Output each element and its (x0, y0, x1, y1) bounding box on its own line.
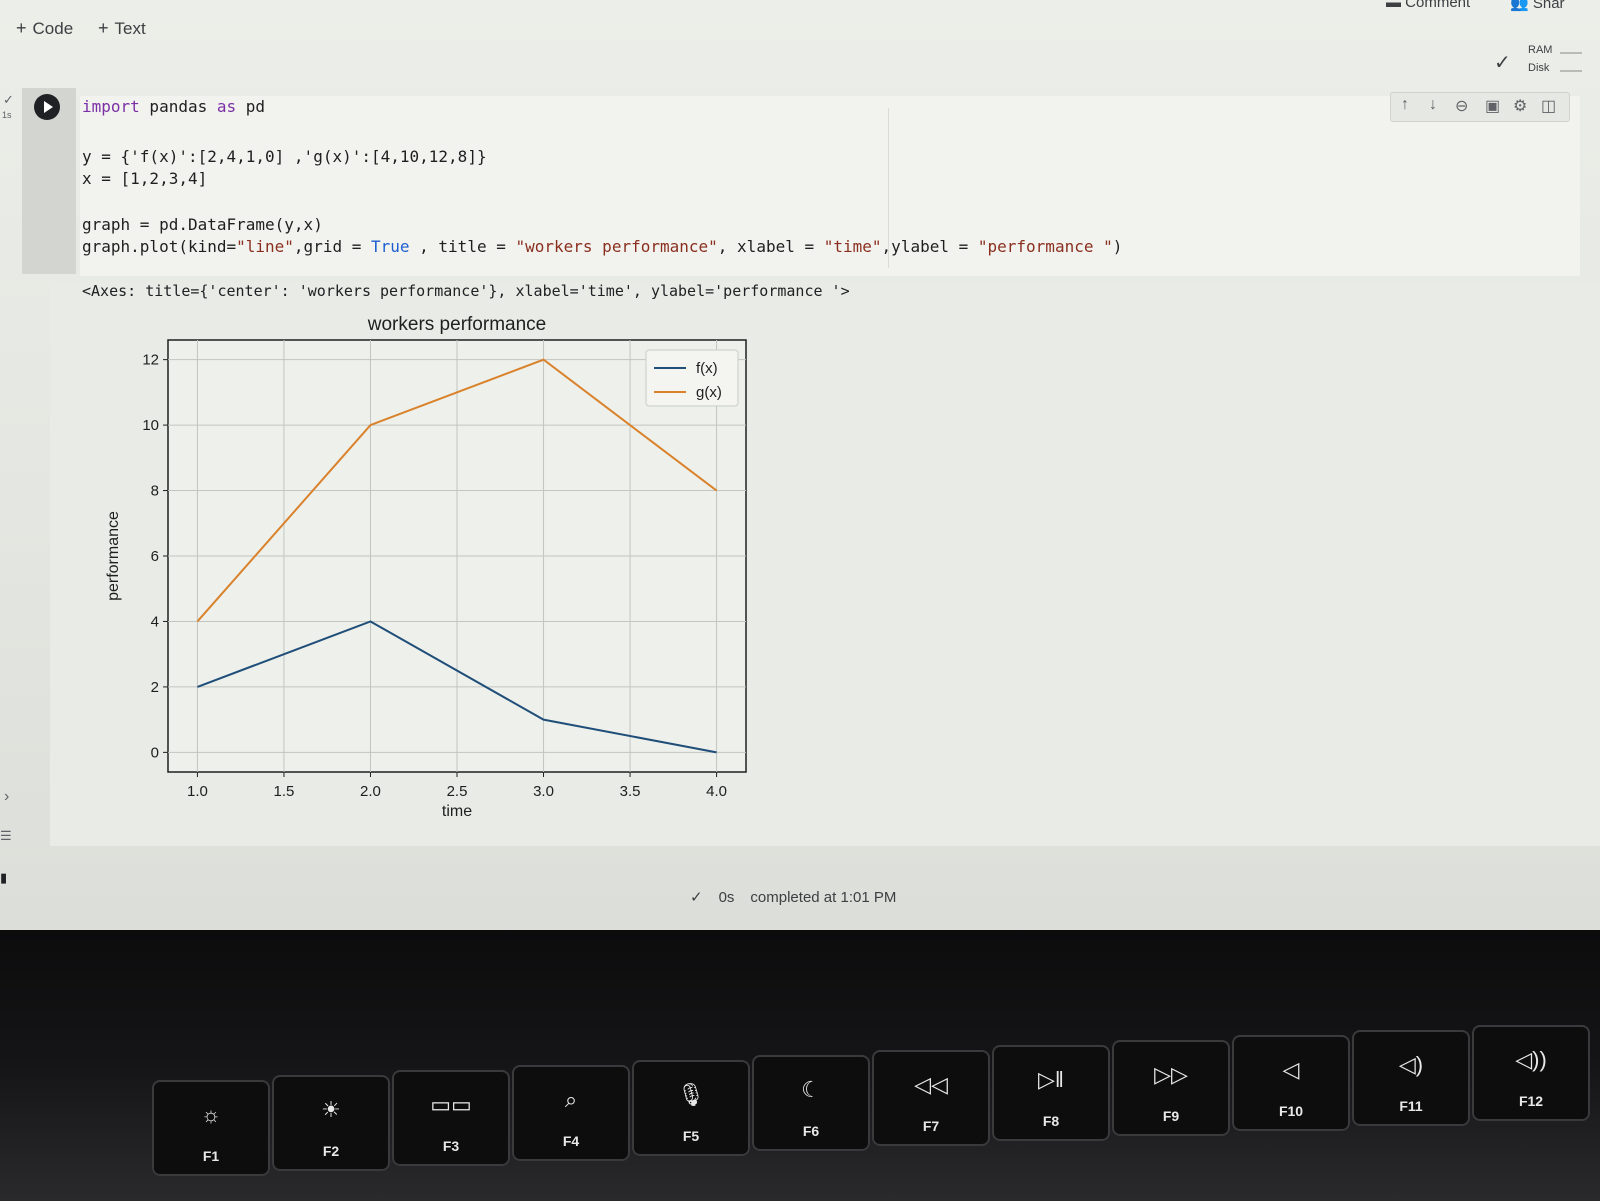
key-f4[interactable]: ⌕ F4 (512, 1065, 630, 1161)
line-chart: 1.0 1.5 2.0 2.5 3.0 3.5 4.0 0 2 4 6 8 10 12 workers pe… (105, 314, 747, 820)
y-axis-label: performance (105, 511, 122, 601)
key-label: F10 (1278, 1103, 1304, 1119)
y-tick-label: 6 (151, 548, 159, 565)
status-bar: ✓ 0s completed at 1:01 PM (690, 888, 912, 906)
key-f9-icon: ▷▷ (1154, 1062, 1188, 1087)
key-f7[interactable]: ◁◁ F7 (872, 1050, 990, 1146)
y-tick-label: 12 (142, 352, 159, 369)
key-label: F4 (562, 1133, 580, 1149)
legend-label: f(x) (696, 360, 718, 377)
key-f6[interactable]: ☾ F6 (752, 1055, 870, 1151)
x-tick-label: 1.0 (187, 783, 208, 800)
key-f11[interactable]: ◁) F11 (1352, 1030, 1470, 1126)
key-f1-icon: ☼ (200, 1102, 222, 1127)
y-tick-label: 2 (151, 679, 159, 696)
key-f10-icon: ◁ (1282, 1057, 1300, 1082)
chart-title: workers performance (367, 314, 546, 335)
key-label: F9 (1162, 1108, 1180, 1124)
key-f9[interactable]: ▷▷ F9 (1112, 1040, 1230, 1136)
chart-area: 1.0 1.5 2.0 2.5 3.0 3.5 4.0 0 2 4 6 8 10 12 workers pe… (0, 0, 1600, 930)
key-f12[interactable]: ◁)) F12 (1472, 1025, 1590, 1121)
key-label: F2 (322, 1143, 340, 1159)
key-label: F12 (1518, 1093, 1544, 1109)
key-f3[interactable]: ▭▭ F3 (392, 1070, 510, 1166)
key-label: F8 (1042, 1113, 1060, 1129)
key-label: F1 (202, 1148, 220, 1164)
key-f2[interactable]: ☀ F2 (272, 1075, 390, 1171)
key-label: F7 (922, 1118, 940, 1134)
x-tick-label: 3.0 (533, 783, 554, 800)
key-label: F11 (1399, 1098, 1423, 1114)
x-axis-label: time (442, 803, 472, 820)
key-f12-icon: ◁)) (1515, 1047, 1547, 1072)
key-f5[interactable]: 🎙 F5 (632, 1060, 750, 1156)
notebook-screen: + Code + Text ▬ Comment 👥 Shar ✓ RAM Disk … (0, 0, 1600, 930)
y-tick-label: 8 (151, 483, 159, 500)
x-tick-label: 4.0 (706, 783, 727, 800)
y-tick-label: 10 (142, 417, 159, 434)
x-tick-label: 2.5 (447, 783, 468, 800)
key-f7-icon: ◁◁ (914, 1072, 948, 1097)
x-tick-label: 1.5 (274, 783, 295, 800)
key-f8-icon: ▷‖ (1037, 1067, 1064, 1092)
y-tick-label: 0 (151, 744, 159, 761)
x-tick-label: 3.5 (620, 783, 641, 800)
key-f1[interactable]: ☼ F1 (152, 1080, 270, 1176)
x-tick-label: 2.0 (360, 783, 381, 800)
legend-label: g(x) (696, 384, 722, 401)
legend-box (645, 349, 739, 407)
key-f3-icon: ▭▭ (430, 1092, 472, 1117)
laptop-keyboard: ☼ F1 ☀ F2 ▭▭ F3 ⌕ F4 🎙 F5 ☾ F6 ◁◁ F7 ▷‖ F8 ▷▷ F9 ◁ F10 ◁) F11… (0, 930, 1600, 1201)
key-f2-icon: ☀ (321, 1097, 341, 1122)
key-f8[interactable]: ▷‖ F8 (992, 1045, 1110, 1141)
key-f11-icon: ◁) (1398, 1052, 1424, 1077)
key-label: F3 (442, 1138, 460, 1154)
check-icon: ✓ (690, 889, 703, 906)
key-f4-icon: ⌕ (564, 1087, 578, 1112)
y-tick-label: 4 (151, 613, 159, 630)
key-f6-icon: ☾ (801, 1077, 821, 1102)
key-label: F6 (802, 1123, 820, 1139)
key-f10[interactable]: ◁ F10 (1232, 1035, 1350, 1131)
completed-time: completed at 1:01 PM (750, 889, 897, 906)
elapsed-time: 0s (718, 889, 735, 906)
key-label: F5 (682, 1128, 700, 1144)
key-f5-icon: 🎙 (677, 1082, 705, 1107)
